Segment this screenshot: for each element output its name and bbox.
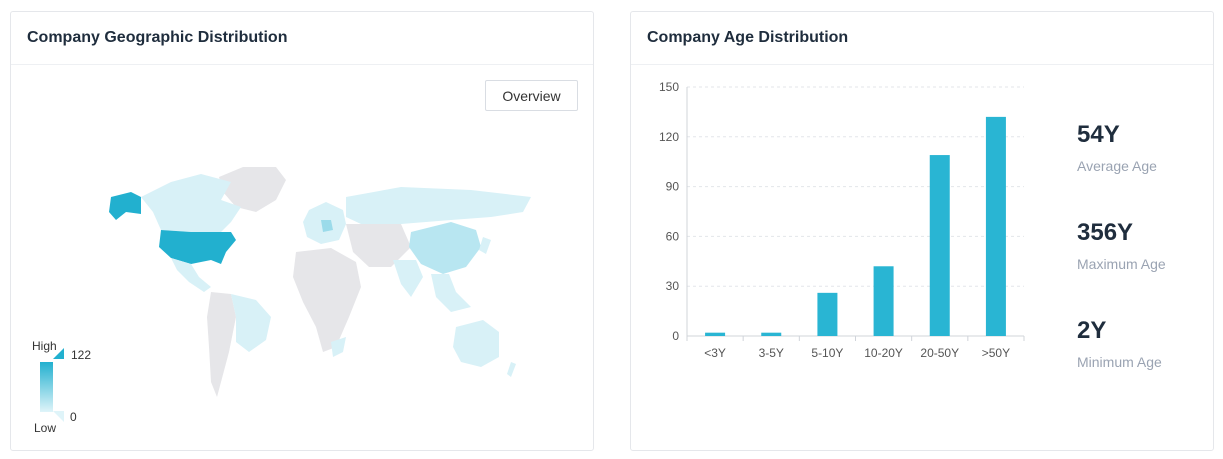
stat-average-value: 54Y — [1077, 112, 1166, 158]
x-tick-label: >50Y — [982, 346, 1010, 360]
stat-maximum-value: 356Y — [1077, 210, 1166, 256]
y-tick-label: 150 — [659, 80, 679, 94]
map-brazil[interactable] — [231, 294, 271, 352]
map-usa[interactable] — [159, 230, 236, 264]
map-india[interactable] — [393, 260, 423, 297]
x-tick-label: <3Y — [704, 346, 726, 360]
stat-minimum-value: 2Y — [1077, 308, 1166, 354]
stat-average-age: 54Y Average Age — [1077, 112, 1166, 210]
map-africa[interactable] — [293, 248, 361, 352]
stat-maximum-label: Maximum Age — [1077, 256, 1166, 272]
age-card-header: Company Age Distribution — [631, 12, 1213, 65]
y-tick-label: 90 — [666, 180, 680, 194]
bar-3 — [874, 266, 894, 336]
map-south-america-west[interactable] — [207, 292, 236, 397]
x-tick-label: 5-10Y — [811, 346, 843, 360]
bar-5 — [986, 117, 1006, 336]
legend-max-value: 122 — [71, 348, 91, 362]
map-australia[interactable] — [453, 320, 499, 367]
age-card-title: Company Age Distribution — [647, 29, 848, 47]
y-tick-label: 0 — [672, 329, 679, 343]
stat-maximum-age: 356Y Maximum Age — [1077, 210, 1166, 308]
bar-2 — [817, 293, 837, 336]
map-new-zealand[interactable] — [507, 362, 516, 377]
stat-average-label: Average Age — [1077, 158, 1166, 174]
map-japan[interactable] — [479, 237, 491, 254]
map-southeast-asia[interactable] — [431, 274, 471, 312]
x-tick-label: 10-20Y — [864, 346, 903, 360]
y-tick-label: 30 — [666, 279, 680, 293]
x-tick-label: 3-5Y — [759, 346, 784, 360]
geo-card-header: Company Geographic Distribution — [11, 12, 593, 65]
bar-4 — [930, 155, 950, 336]
map-legend: High 122 0 Low — [29, 337, 109, 437]
map-germany[interactable] — [321, 220, 333, 232]
world-map[interactable] — [71, 152, 541, 402]
y-tick-label: 60 — [666, 229, 680, 243]
age-distribution-card: Company Age Distribution 0 30 60 90 120 150 <3… — [630, 11, 1214, 451]
geo-card-title: Company Geographic Distribution — [27, 29, 287, 47]
geo-distribution-card: Company Geographic Distribution Overview — [10, 11, 594, 451]
map-alaska[interactable] — [109, 192, 141, 220]
bar-0 — [705, 333, 725, 336]
legend-gradient-bar — [40, 362, 53, 412]
stat-minimum-age: 2Y Minimum Age — [1077, 308, 1166, 406]
stat-minimum-label: Minimum Age — [1077, 354, 1166, 370]
legend-low-label: Low — [34, 421, 56, 435]
map-china[interactable] — [409, 222, 481, 274]
map-canada[interactable] — [141, 174, 241, 232]
age-stats: 54Y Average Age 356Y Maximum Age 2Y Mini… — [1077, 112, 1166, 406]
legend-max-handle[interactable] — [53, 348, 64, 359]
x-tick-label: 20-50Y — [920, 346, 959, 360]
overview-button[interactable]: Overview — [485, 80, 578, 111]
bar-1 — [761, 333, 781, 336]
age-bar-chart: 0 30 60 90 120 150 <3Y 3-5Y 5-10Y 10-20Y 20-50Y >50… — [631, 66, 1061, 436]
legend-min-value: 0 — [70, 410, 77, 424]
y-tick-label: 120 — [659, 130, 679, 144]
map-russia[interactable] — [346, 187, 531, 224]
